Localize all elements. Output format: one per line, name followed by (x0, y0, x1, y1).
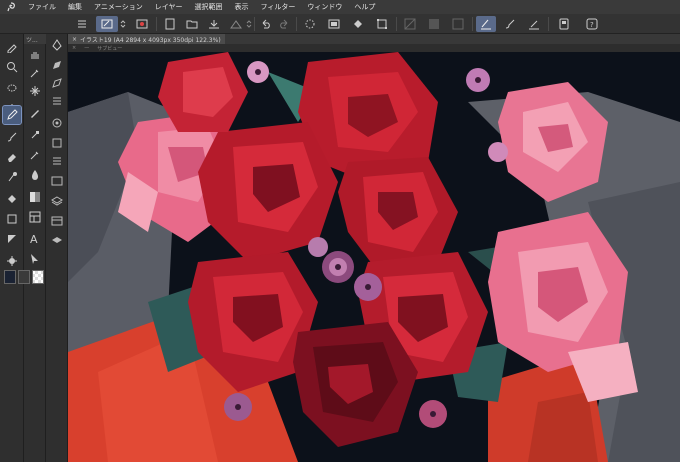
save-icon[interactable] (206, 16, 222, 32)
menu-help[interactable]: ヘルプ (348, 2, 381, 12)
svg-text:?: ? (590, 21, 594, 29)
hand-icon[interactable] (26, 46, 44, 64)
brush-icon[interactable] (3, 128, 21, 146)
lasso-icon[interactable] (3, 80, 21, 98)
command-bar: ? (0, 14, 680, 34)
document-title: イラスト19 (A4 2894 x 4093px 350dpi 122.3%) (80, 36, 221, 44)
transparent-color-swatch[interactable] (32, 270, 44, 284)
menu-file[interactable]: ファイル (22, 2, 62, 12)
layer-list-icon[interactable] (48, 152, 66, 170)
layer-property-icon[interactable] (48, 232, 66, 250)
list-icon[interactable] (48, 92, 66, 110)
brush-setting-icon[interactable] (502, 16, 518, 32)
stabilizer-icon[interactable] (476, 16, 496, 32)
sub-color-swatch[interactable] (18, 270, 30, 284)
droplet-icon[interactable] (26, 166, 44, 184)
tool-palette (0, 34, 24, 462)
menu-selection[interactable]: 選択範囲 (189, 2, 229, 12)
canvas-area[interactable] (68, 52, 680, 462)
chevron-updown-icon[interactable] (244, 16, 254, 32)
menu-window[interactable]: ウィンドウ (301, 2, 348, 12)
pencil-icon[interactable] (26, 104, 44, 122)
fill-icon[interactable] (350, 16, 366, 32)
snap-grid-icon[interactable] (450, 16, 466, 32)
document-tab-bar: × イラスト19 (A4 2894 x 4093px 350dpi 122.3%… (68, 34, 680, 44)
text-icon[interactable]: A (26, 230, 44, 248)
eyedropper-2-icon[interactable] (26, 146, 44, 164)
document-tab[interactable]: × イラスト19 (A4 2894 x 4093px 350dpi 122.3%… (68, 34, 225, 44)
new-canvas-icon[interactable] (96, 16, 118, 32)
subview-label[interactable]: サブビュー (97, 45, 122, 52)
gradient-icon[interactable] (26, 188, 44, 206)
redo-icon[interactable] (276, 16, 292, 32)
snap-ruler-icon[interactable] (426, 16, 442, 32)
airbrush-icon[interactable] (26, 126, 44, 144)
upload-icon[interactable] (228, 16, 244, 32)
open-icon[interactable] (184, 16, 200, 32)
pen-nib-icon[interactable] (48, 36, 66, 54)
app-logo-icon[interactable] (0, 0, 22, 14)
ruler-icon[interactable] (526, 16, 542, 32)
blend-icon[interactable] (3, 168, 21, 186)
menu-edit[interactable]: 編集 (62, 2, 88, 12)
close-icon[interactable]: × (72, 36, 77, 43)
material-icon[interactable] (48, 212, 66, 230)
transform-icon[interactable] (374, 16, 390, 32)
menu-view[interactable]: 表示 (229, 2, 255, 12)
undo-icon[interactable] (258, 16, 274, 32)
help-icon[interactable]: ? (584, 16, 600, 32)
pen-variant-2-icon[interactable] (48, 74, 66, 92)
subtool-header: ツ... (24, 34, 46, 44)
layer-panel-icon[interactable] (48, 134, 66, 152)
eraser-icon[interactable] (3, 148, 21, 166)
fill-icon[interactable] (3, 190, 21, 208)
figure-icon[interactable] (3, 210, 21, 228)
snap-off-icon[interactable] (402, 16, 418, 32)
zoom-icon[interactable] (3, 58, 21, 76)
menu-bar: ファイル 編集 アニメーション レイヤー 選択範囲 表示 フィルター ウィンドウ… (0, 0, 680, 14)
menu-layer[interactable]: レイヤー (149, 2, 189, 12)
subtool-panel (46, 34, 68, 462)
navigator-icon[interactable] (48, 172, 66, 190)
clear-icon[interactable] (326, 16, 342, 32)
chevron-updown-icon[interactable] (118, 16, 128, 32)
menu-filter[interactable]: フィルター (255, 2, 302, 12)
canvas-settings-icon[interactable] (134, 16, 150, 32)
main-color-swatch[interactable] (4, 270, 16, 284)
frame-icon[interactable] (3, 230, 21, 248)
sparkle-icon[interactable] (26, 82, 44, 100)
pen-tool-icon[interactable] (2, 105, 22, 125)
hamburger-menu-icon[interactable] (74, 16, 90, 32)
layers-stack-icon[interactable] (48, 192, 66, 210)
subview-tab-bar: × — サブビュー (68, 44, 680, 52)
subtool-strip: A (18, 34, 46, 462)
menu-animation[interactable]: アニメーション (88, 2, 149, 12)
correction-icon[interactable] (3, 252, 21, 270)
svg-text:A: A (30, 233, 38, 245)
new-icon[interactable] (162, 16, 178, 32)
color-picker-icon[interactable] (3, 38, 21, 56)
eyedropper-icon[interactable] (26, 64, 44, 82)
select-arrow-icon[interactable] (26, 250, 44, 268)
frame-split-icon[interactable] (26, 208, 44, 226)
minimize-icon[interactable]: — (84, 45, 89, 51)
quick-access-icon[interactable] (556, 16, 572, 32)
pen-variant-1-icon[interactable] (48, 56, 66, 74)
rose-bouquet-artwork (68, 52, 680, 462)
deselect-icon[interactable] (302, 16, 318, 32)
close-icon[interactable]: × (72, 45, 76, 51)
circle-icon[interactable] (48, 114, 66, 132)
